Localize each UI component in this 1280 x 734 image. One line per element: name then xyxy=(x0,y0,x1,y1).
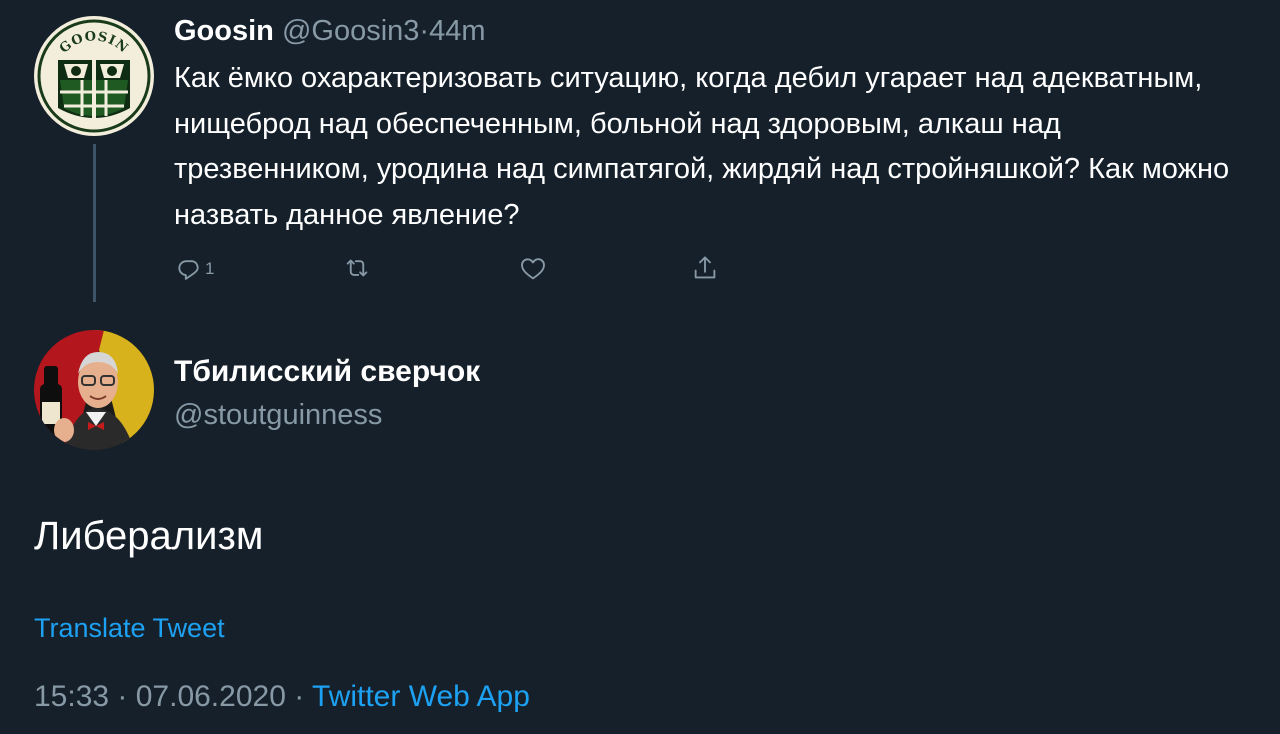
tweet-timestamp[interactable]: 15:33 · 07.06.2020 · xyxy=(34,680,304,713)
parent-display-name[interactable]: Goosin xyxy=(174,15,274,47)
reply-display-name[interactable]: Тбилисский сверчок xyxy=(174,352,480,392)
reply-tweet-text: Либерализм xyxy=(34,514,264,558)
parent-tweet-text: Как ёмко охарактеризовать ситуацию, когд… xyxy=(174,62,1230,231)
reply-handle[interactable]: @stoutguinness xyxy=(174,395,382,435)
parent-tweet-header: Goosin @Goosin3·44m xyxy=(174,12,486,50)
retweet-button[interactable] xyxy=(342,250,372,286)
like-icon xyxy=(521,258,545,280)
tweet-action-bar: 1 xyxy=(174,250,734,286)
goosin-avatar[interactable]: GOOSIN xyxy=(34,16,154,136)
parent-handle[interactable]: @Goosin3 xyxy=(282,15,419,47)
stoutguinness-avatar[interactable] xyxy=(34,330,154,450)
reply-icon xyxy=(178,260,199,280)
reply-count: 1 xyxy=(205,259,215,278)
tweet-metadata: 15:33 · 07.06.2020 · Twitter Web App xyxy=(34,677,530,717)
translate-tweet-link[interactable]: Translate Tweet xyxy=(34,611,225,645)
share-button[interactable] xyxy=(690,250,720,286)
header-separator: · xyxy=(419,15,430,47)
like-button[interactable] xyxy=(518,250,548,286)
parent-timestamp[interactable]: 44m xyxy=(429,15,485,47)
retweet-icon xyxy=(346,259,368,277)
tweet-source-link[interactable]: Twitter Web App xyxy=(312,680,530,713)
thread-connector-line xyxy=(93,144,96,302)
share-icon xyxy=(694,256,716,279)
reply-button[interactable]: 1 xyxy=(174,250,214,286)
